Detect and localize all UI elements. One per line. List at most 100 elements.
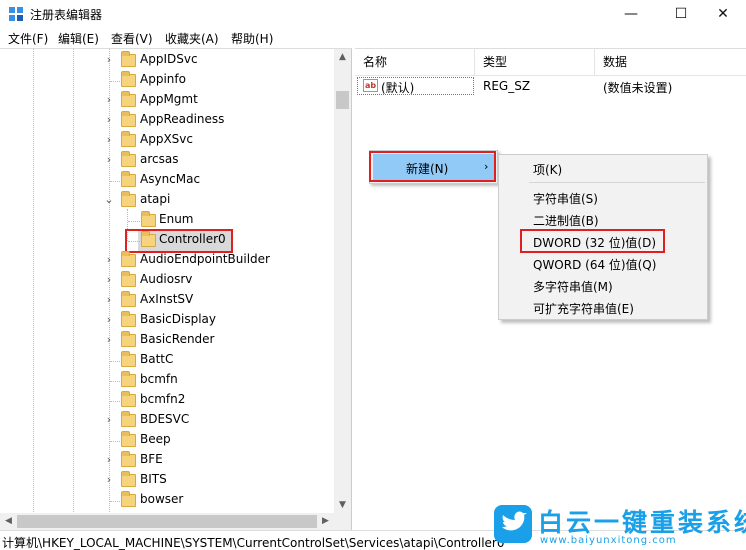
chevron-right-icon[interactable]: ›: [103, 413, 115, 427]
column-header-name[interactable]: 名称: [355, 49, 475, 76]
minimize-button[interactable]: —: [608, 0, 654, 28]
folder-icon: [121, 471, 136, 487]
tree-item-label: BasicRender: [140, 332, 215, 346]
chevron-right-icon[interactable]: ›: [103, 473, 115, 487]
tree-connector: [128, 221, 140, 222]
scroll-up-arrow-icon[interactable]: ▲: [334, 49, 351, 66]
tree-item-label: BDESVC: [140, 412, 190, 426]
chevron-right-icon[interactable]: ›: [103, 273, 115, 287]
folder-icon: [121, 191, 136, 207]
folder-icon: [121, 311, 136, 327]
folder-icon: [121, 291, 136, 307]
menu-help[interactable]: 帮助(H): [231, 30, 273, 47]
tree-item[interactable]: › BDESVC: [0, 411, 334, 431]
scroll-thumb[interactable]: [17, 515, 317, 528]
scroll-right-arrow-icon[interactable]: ▶: [317, 513, 334, 530]
tree-vertical-scrollbar[interactable]: ▲ ▼: [334, 49, 351, 513]
column-header-type[interactable]: 类型: [475, 49, 595, 76]
chevron-right-icon[interactable]: ›: [103, 133, 115, 147]
tree-item[interactable]: › AppReadiness: [0, 111, 334, 131]
scroll-left-arrow-icon[interactable]: ◀: [0, 513, 17, 530]
scroll-down-arrow-icon[interactable]: ▼: [334, 497, 351, 513]
tree-item[interactable]: Appinfo: [0, 71, 334, 91]
tree-item[interactable]: › Audiosrv: [0, 271, 334, 291]
column-header-data[interactable]: 数据: [595, 49, 746, 76]
tree-item[interactable]: Controller0: [0, 229, 334, 253]
folder-icon: [121, 111, 136, 127]
menu-view[interactable]: 查看(V): [111, 30, 153, 47]
menu-favorites[interactable]: 收藏夹(A): [165, 30, 219, 47]
tree-item-label: AsyncMac: [140, 172, 201, 186]
submenu-item-binary[interactable]: 二进制值(B): [533, 212, 599, 229]
chevron-down-icon[interactable]: ⌄: [103, 193, 115, 207]
submenu-item-expandable-string[interactable]: 可扩充字符串值(E): [533, 300, 634, 317]
tree-item[interactable]: › arcsas: [0, 151, 334, 171]
close-button[interactable]: ✕: [700, 0, 746, 28]
chevron-right-icon[interactable]: ›: [103, 93, 115, 107]
tree-item[interactable]: bowser: [0, 491, 334, 511]
submenu-item-qword[interactable]: QWORD (64 位)值(Q): [533, 256, 656, 273]
tree-item-label: BITS: [140, 472, 167, 486]
tree-item-label: bcmfn2: [140, 392, 186, 406]
watermark: 白云一键重装系统 www.baiyunxitong.com: [494, 503, 746, 549]
folder-icon: [121, 391, 136, 407]
tree-item-label: bcmfn: [140, 372, 178, 386]
tree-item-label: AppMgmt: [140, 92, 198, 106]
tree-item[interactable]: › BFE: [0, 451, 334, 471]
tree-item[interactable]: Beep: [0, 431, 334, 451]
chevron-right-icon[interactable]: ›: [103, 113, 115, 127]
watermark-title: 白云一键重装系统: [538, 508, 746, 537]
tree-item[interactable]: Enum: [0, 211, 334, 231]
chevron-right-icon[interactable]: ›: [103, 153, 115, 167]
tree-item[interactable]: › AudioEndpointBuilder: [0, 251, 334, 271]
registry-editor-icon: [9, 7, 23, 21]
scroll-thumb[interactable]: [336, 91, 349, 109]
tree-item[interactable]: › AppMgmt: [0, 91, 334, 111]
value-data: (数值未设置): [603, 81, 673, 95]
folder-icon: [121, 351, 136, 367]
submenu-item-multi-string[interactable]: 多字符串值(M): [533, 278, 613, 295]
submenu-item-key[interactable]: 项(K): [533, 161, 562, 178]
menu-separator: [529, 182, 705, 183]
tree-item-label: BasicDisplay: [140, 312, 217, 326]
menu-edit[interactable]: 编辑(E): [58, 30, 99, 47]
chevron-right-icon[interactable]: ›: [103, 313, 115, 327]
tree-item[interactable]: › AppIDSvc: [0, 51, 334, 71]
tree-item[interactable]: BattC: [0, 351, 334, 371]
tree-horizontal-scrollbar[interactable]: ◀ ▶: [0, 513, 352, 530]
tree-item[interactable]: › AppXSvc: [0, 131, 334, 151]
tree-item-label: Appinfo: [140, 72, 186, 86]
tree-item-label: BFE: [140, 452, 163, 466]
tree-item[interactable]: › BasicRender: [0, 331, 334, 351]
folder-icon: [121, 271, 136, 287]
title-bar: 注册表编辑器 — ☐ ✕: [0, 0, 746, 28]
tree-item-label: bowser: [140, 492, 184, 506]
value-row[interactable]: ab (默认) REG_SZ (数值未设置): [357, 77, 746, 95]
tree-item[interactable]: bcmfn2: [0, 391, 334, 411]
tree-item-label: Beep: [140, 432, 171, 446]
tree-item[interactable]: AsyncMac: [0, 171, 334, 191]
menu-bar: 文件(F) 编辑(E) 查看(V) 收藏夹(A) 帮助(H): [0, 28, 746, 48]
tree-item[interactable]: bcmfn: [0, 371, 334, 391]
chevron-right-icon[interactable]: ›: [103, 453, 115, 467]
menu-file[interactable]: 文件(F): [8, 30, 48, 47]
string-value-icon: ab: [363, 79, 378, 92]
tree-item-label: arcsas: [140, 152, 179, 166]
tree-item[interactable]: › BasicDisplay: [0, 311, 334, 331]
chevron-right-icon[interactable]: ›: [103, 293, 115, 307]
folder-icon: [121, 251, 136, 267]
tree-item-label: BattC: [140, 352, 174, 366]
window-title: 注册表编辑器: [30, 8, 103, 22]
tree-item[interactable]: › BITS: [0, 471, 334, 491]
value-type: REG_SZ: [483, 79, 531, 93]
chevron-right-icon[interactable]: ›: [103, 333, 115, 347]
tree-item[interactable]: ⌄ atapi: [0, 191, 334, 211]
tree-item[interactable]: › AxInstSV: [0, 291, 334, 311]
submenu-item-string[interactable]: 字符串值(S): [533, 190, 598, 207]
maximize-button[interactable]: ☐: [658, 0, 704, 28]
tree-connector: [110, 441, 120, 442]
key-path: 计算机\HKEY_LOCAL_MACHINE\SYSTEM\CurrentCon…: [2, 536, 505, 550]
chevron-right-icon[interactable]: ›: [103, 253, 115, 267]
chevron-right-icon[interactable]: ›: [103, 53, 115, 67]
folder-icon: [121, 91, 136, 107]
